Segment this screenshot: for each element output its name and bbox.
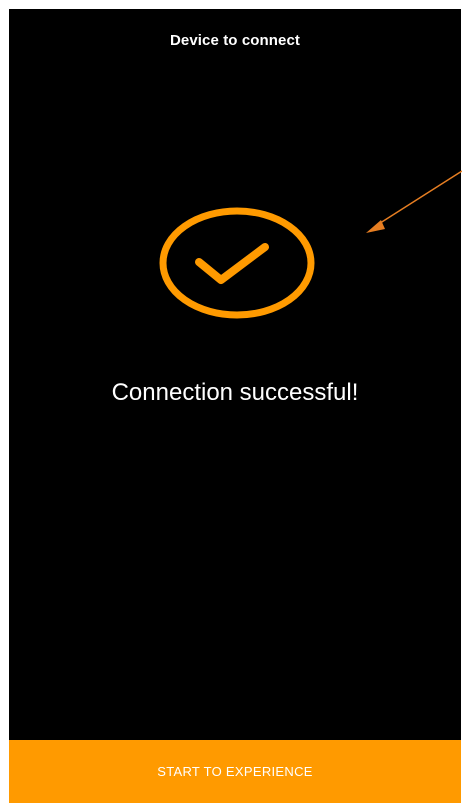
check-circle-icon [159, 207, 315, 319]
page-title: Device to connect [169, 32, 301, 49]
app-screen: Device to connect Connection successful!… [9, 9, 461, 803]
status-message: Connection successful! [111, 379, 359, 406]
start-to-experience-button[interactable]: START TO EXPERIENCE [9, 740, 461, 803]
